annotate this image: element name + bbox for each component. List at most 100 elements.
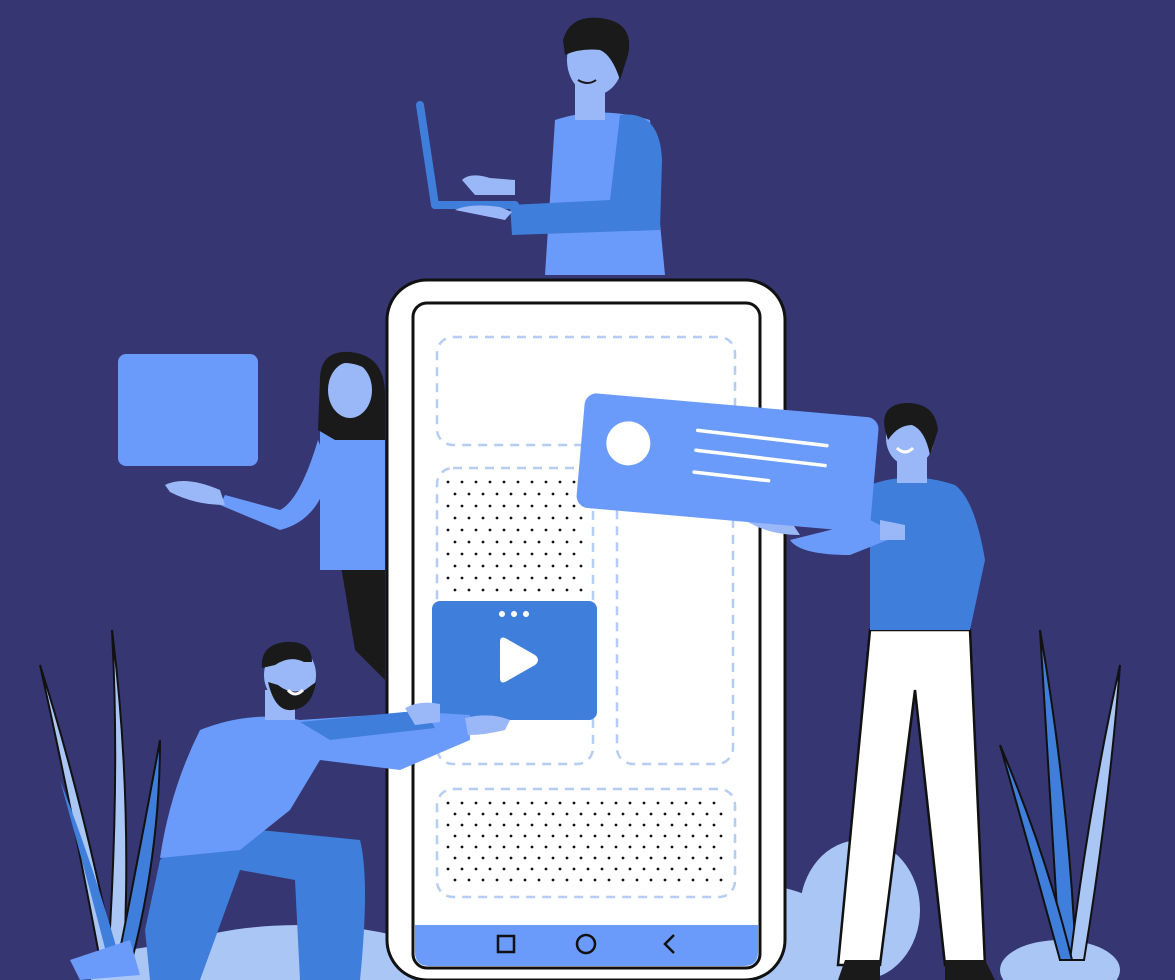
pattern-dot xyxy=(530,576,534,580)
left-plant xyxy=(39,629,161,961)
pattern-dot xyxy=(551,588,555,592)
pattern-dot xyxy=(628,845,632,849)
pattern-dot xyxy=(523,812,527,816)
pattern-dot xyxy=(460,480,464,484)
pattern-dot xyxy=(467,588,471,592)
pattern-dot xyxy=(467,834,471,838)
pattern-dot xyxy=(502,845,506,849)
pattern-dot xyxy=(565,564,569,568)
pattern-dot xyxy=(593,812,597,816)
pattern-dot xyxy=(523,516,527,520)
pattern-dot xyxy=(684,801,688,805)
pattern-dot xyxy=(446,801,450,805)
pattern-dot xyxy=(677,834,681,838)
pattern-dot xyxy=(495,878,499,882)
pattern-dot xyxy=(502,552,506,556)
pattern-dot xyxy=(544,801,548,805)
pattern-dot xyxy=(656,823,660,827)
pattern-dot xyxy=(719,834,723,838)
pattern-dot xyxy=(572,528,576,532)
pattern-dot xyxy=(572,576,576,580)
pattern-dot xyxy=(572,823,576,827)
pattern-dot xyxy=(523,878,527,882)
pattern-dot xyxy=(698,867,702,871)
pattern-dot xyxy=(642,845,646,849)
pattern-dot xyxy=(649,834,653,838)
pattern-dot xyxy=(460,867,464,871)
pattern-dot xyxy=(621,856,625,860)
pattern-dot xyxy=(572,845,576,849)
video-card xyxy=(432,601,597,720)
pattern-dot xyxy=(572,867,576,871)
pattern-dot xyxy=(663,812,667,816)
pattern-dot xyxy=(586,867,590,871)
pattern-dot xyxy=(607,856,611,860)
pattern-dot xyxy=(691,812,695,816)
pattern-dot xyxy=(460,823,464,827)
pattern-dot xyxy=(705,878,709,882)
pattern-dot xyxy=(488,845,492,849)
pattern-dot xyxy=(495,588,499,592)
pattern-dot xyxy=(558,528,562,532)
pattern-dot xyxy=(474,576,478,580)
pattern-dot xyxy=(446,576,450,580)
pattern-dot xyxy=(565,540,569,544)
pattern-dot xyxy=(551,540,555,544)
pattern-dot xyxy=(593,878,597,882)
pattern-dot xyxy=(530,867,534,871)
pattern-dot xyxy=(551,564,555,568)
person-top-with-laptop xyxy=(416,17,665,275)
pattern-dot xyxy=(502,801,506,805)
pattern-dot xyxy=(628,823,632,827)
pattern-dot xyxy=(565,834,569,838)
pattern-dot xyxy=(663,856,667,860)
pattern-dot xyxy=(481,878,485,882)
pattern-dot xyxy=(460,552,464,556)
pattern-dot xyxy=(621,812,625,816)
pattern-dot xyxy=(502,867,506,871)
pattern-dot xyxy=(705,812,709,816)
pattern-dot xyxy=(446,480,450,484)
pattern-dot xyxy=(537,588,541,592)
pattern-dot xyxy=(712,845,716,849)
pattern-dot xyxy=(551,812,555,816)
pattern-dot xyxy=(446,528,450,532)
pattern-dot xyxy=(537,540,541,544)
pattern-dot xyxy=(558,867,562,871)
pattern-dot xyxy=(712,867,716,871)
pattern-dot xyxy=(544,845,548,849)
pattern-dot xyxy=(691,834,695,838)
pattern-dot xyxy=(565,812,569,816)
pattern-dot xyxy=(600,867,604,871)
pattern-dot xyxy=(474,845,478,849)
pattern-dot xyxy=(446,867,450,871)
pattern-dot xyxy=(537,812,541,816)
pattern-dot xyxy=(600,801,604,805)
pattern-dot xyxy=(530,504,534,508)
pattern-dot xyxy=(558,504,562,508)
pattern-dot xyxy=(446,504,450,508)
pattern-dot xyxy=(495,564,499,568)
pattern-dot xyxy=(537,492,541,496)
pattern-dot xyxy=(481,516,485,520)
pattern-dot xyxy=(649,878,653,882)
pattern-dot xyxy=(544,528,548,532)
pattern-dot xyxy=(467,492,471,496)
pattern-dot xyxy=(509,492,513,496)
pattern-dot xyxy=(565,878,569,882)
pattern-dot xyxy=(572,480,576,484)
pattern-dot xyxy=(635,878,639,882)
pattern-dot xyxy=(642,867,646,871)
pattern-dot xyxy=(551,834,555,838)
pattern-dot xyxy=(544,504,548,508)
pattern-dot xyxy=(460,801,464,805)
pattern-dot xyxy=(614,845,618,849)
pattern-dot xyxy=(565,588,569,592)
pattern-dot xyxy=(516,823,520,827)
pattern-dot xyxy=(474,801,478,805)
pattern-dot xyxy=(453,564,457,568)
pattern-dot xyxy=(488,867,492,871)
pattern-dot xyxy=(593,834,597,838)
pattern-dot xyxy=(691,878,695,882)
pattern-dot xyxy=(495,856,499,860)
